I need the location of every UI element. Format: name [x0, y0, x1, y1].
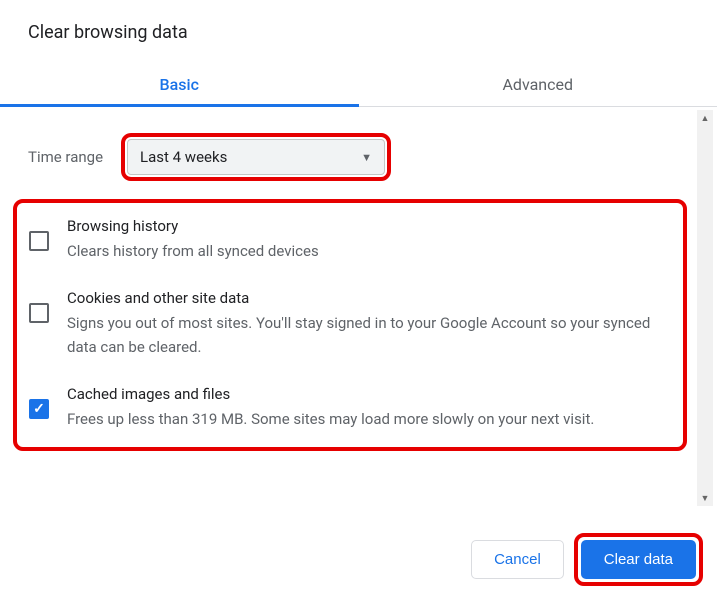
- cancel-button-label: Cancel: [494, 551, 541, 568]
- time-range-label: Time range: [28, 148, 103, 166]
- tab-advanced[interactable]: Advanced: [359, 63, 717, 106]
- option-title: Browsing history: [67, 217, 675, 235]
- time-range-row: Time range Last 4 weeks ▼: [0, 107, 717, 181]
- content-area: ▲ ▼ Time range Last 4 weeks ▼ Browsing h…: [0, 107, 717, 507]
- option-text: Cached images and files Frees up less th…: [67, 385, 675, 431]
- annotation-highlight: Last 4 weeks ▼: [121, 133, 391, 181]
- checkbox-browsing-history[interactable]: [29, 231, 49, 251]
- option-text: Browsing history Clears history from all…: [67, 217, 675, 263]
- checkbox-cookies[interactable]: [29, 303, 49, 323]
- clear-browsing-data-dialog: Clear browsing data Basic Advanced ▲ ▼ T…: [0, 0, 717, 600]
- option-desc: Signs you out of most sites. You'll stay…: [67, 311, 675, 359]
- time-range-value: Last 4 weeks: [140, 148, 227, 166]
- tab-bar: Basic Advanced: [0, 63, 717, 107]
- checkmark-icon: ✓: [33, 401, 45, 417]
- option-browsing-history: Browsing history Clears history from all…: [25, 211, 675, 269]
- scroll-up-icon[interactable]: ▲: [697, 110, 713, 126]
- scroll-down-icon[interactable]: ▼: [697, 490, 713, 506]
- tab-basic[interactable]: Basic: [0, 63, 359, 106]
- option-text: Cookies and other site data Signs you ou…: [67, 289, 675, 359]
- option-title: Cached images and files: [67, 385, 675, 403]
- scrollbar[interactable]: ▲ ▼: [697, 110, 713, 506]
- option-cookies: Cookies and other site data Signs you ou…: [25, 283, 675, 365]
- dialog-title: Clear browsing data: [0, 0, 717, 43]
- tab-basic-label: Basic: [160, 75, 199, 94]
- clear-data-button[interactable]: Clear data: [581, 540, 696, 579]
- annotation-highlight: Clear data: [574, 533, 703, 586]
- time-range-dropdown[interactable]: Last 4 weeks ▼: [127, 139, 385, 175]
- option-desc: Frees up less than 319 MB. Some sites ma…: [67, 407, 675, 431]
- annotation-highlight: Browsing history Clears history from all…: [13, 199, 687, 451]
- cancel-button[interactable]: Cancel: [471, 540, 564, 579]
- chevron-down-icon: ▼: [361, 151, 372, 164]
- option-title: Cookies and other site data: [67, 289, 675, 307]
- option-cached: ✓ Cached images and files Frees up less …: [25, 379, 675, 437]
- tab-advanced-label: Advanced: [502, 75, 573, 94]
- option-desc: Clears history from all synced devices: [67, 239, 675, 263]
- checkbox-cached[interactable]: ✓: [29, 399, 49, 419]
- dialog-footer: Cancel Clear data: [0, 521, 717, 600]
- clear-data-button-label: Clear data: [604, 551, 673, 568]
